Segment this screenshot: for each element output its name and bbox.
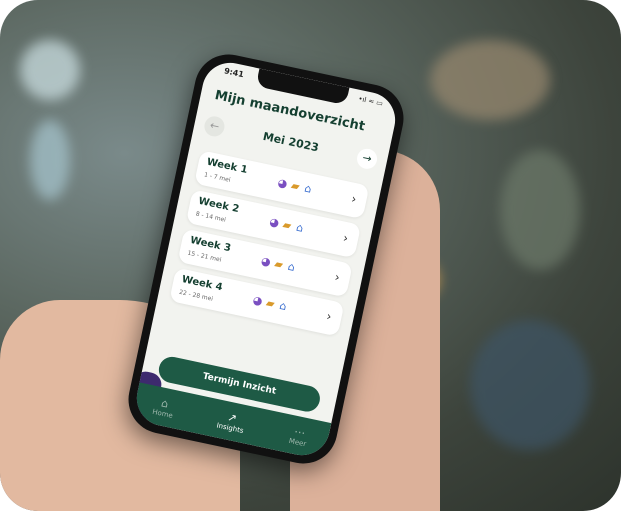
week-status-icons: ◕▰ ⌂	[275, 176, 316, 197]
bokeh-light	[20, 40, 80, 100]
tab-home[interactable]: ⌂ Home	[137, 392, 190, 423]
bokeh-light	[470, 320, 590, 450]
chevron-right-icon: ›	[350, 191, 358, 207]
status-icons: •ıl ≈ ▭	[357, 94, 384, 108]
week-status-icons: ◕▰ ⌂	[267, 215, 308, 236]
chevron-right-icon: ›	[341, 230, 350, 246]
bokeh-light	[30, 120, 70, 200]
week-status-icons: ◕▰ ⌂	[250, 293, 291, 314]
bokeh-light	[430, 40, 550, 120]
background-photo: 9:41 •ıl ≈ ▭ Mijn maandoverzicht ← Mei 2…	[0, 0, 621, 511]
tab-meer[interactable]: ⋯ Meer	[272, 421, 325, 452]
home-icon: ⌂	[294, 220, 305, 235]
home-icon: ⌂	[286, 259, 297, 275]
chevron-right-icon: ›	[325, 309, 333, 324]
tab-insights[interactable]: ↗ Insights	[205, 406, 258, 437]
status-time: 9:41	[223, 66, 245, 80]
home-icon: ⌂	[278, 298, 288, 314]
week-status-icons: ◕▰ ⌂	[258, 254, 299, 275]
home-icon: ⌂	[303, 181, 313, 196]
bokeh-light	[500, 150, 580, 270]
week-range: 8 - 14 mei	[195, 210, 227, 224]
week-range: 1 - 7 mei	[203, 171, 232, 184]
chevron-right-icon: ›	[333, 269, 342, 285]
